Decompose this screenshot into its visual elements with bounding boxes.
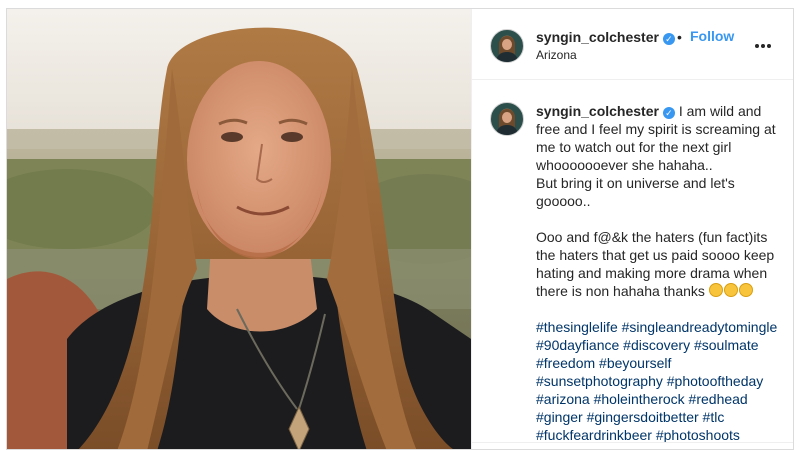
caption-line: me to watch out for the next girl: [536, 139, 732, 155]
portrait-illustration: [7, 9, 471, 449]
username-text[interactable]: syngin_colchester: [536, 29, 659, 45]
caption-line: there is non hahaha thanks: [536, 283, 705, 299]
caption-line: Ooo and f@&k the haters (fun fact)its: [536, 229, 768, 245]
caption-username[interactable]: syngin_colchester: [536, 103, 659, 119]
hashtag-line[interactable]: #fuckfeardrinkbeer #photoshoots: [536, 427, 740, 443]
hashtags: #thesinglelife #singleandreadytomingle #…: [536, 318, 788, 444]
post-photo[interactable]: [7, 9, 471, 449]
caption-line: gooooo..: [536, 193, 591, 209]
more-options-icon[interactable]: [755, 35, 773, 48]
grimacing-face-emoji: [723, 283, 738, 297]
hashtag-line[interactable]: #sunsetphotography #photooftheday: [536, 373, 763, 389]
caption-line: whooooooever she hahaha..: [536, 157, 713, 173]
hashtag-line[interactable]: #freedom #beyourself: [536, 355, 671, 371]
caption-line: I am wild and: [678, 103, 762, 119]
avatar[interactable]: [490, 29, 524, 63]
caption-line: the haters that get us paid soooo keep: [536, 247, 775, 263]
divider: [472, 442, 793, 449]
header-username[interactable]: syngin_colchester ✓: [536, 29, 675, 45]
verified-badge-icon: ✓: [662, 107, 675, 119]
verified-badge-icon: ✓: [662, 33, 675, 45]
hashtag-line[interactable]: #thesinglelife #singleandreadytomingle: [536, 319, 777, 335]
caption-avatar[interactable]: [490, 102, 524, 136]
winking-tongue-emoji: [738, 283, 753, 297]
caption-line: But bring it on universe and let's: [536, 175, 735, 191]
caption-text: syngin_colchester ✓ I am wild and free an…: [536, 102, 788, 444]
separator-dot: •: [677, 29, 682, 45]
follow-button[interactable]: Follow: [690, 28, 734, 44]
location-link[interactable]: Arizona: [536, 48, 577, 62]
caption-line: hating and making more drama when: [536, 265, 768, 281]
hashtag-line[interactable]: #90dayfiance #discovery #soulmate: [536, 337, 759, 353]
post-sidebar: syngin_colchester ✓ • Follow Arizona syng…: [471, 9, 793, 449]
caption-line: free and I feel my spirit is screaming a…: [536, 121, 776, 137]
caption-section: syngin_colchester ✓ I am wild and free an…: [472, 80, 793, 449]
hashtag-line[interactable]: #arizona #holeintherock #redhead: [536, 391, 748, 407]
hashtag-line[interactable]: #ginger #gingersdoitbetter #tlc: [536, 409, 724, 425]
post-header: syngin_colchester ✓ • Follow Arizona: [472, 9, 793, 80]
instagram-post: syngin_colchester ✓ • Follow Arizona syng…: [6, 8, 794, 450]
face-with-rolling-eyes-emoji: [708, 283, 723, 297]
